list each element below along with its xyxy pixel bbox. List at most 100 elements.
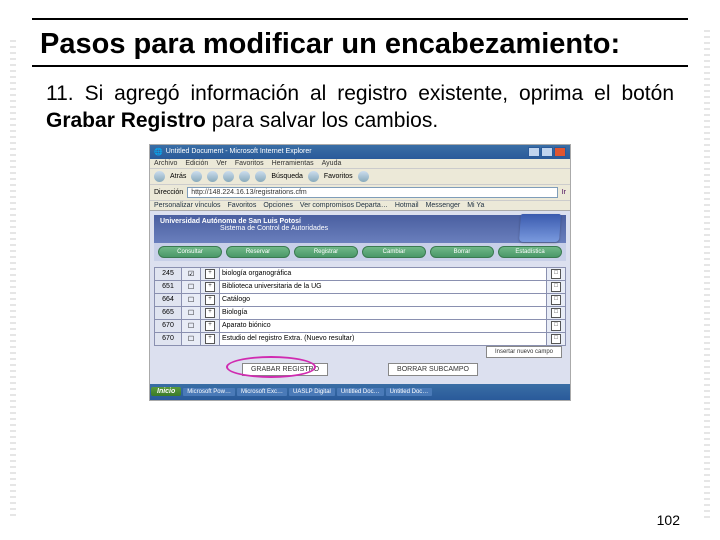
address-input[interactable]: http://148.224.16.13/registrations.cfm: [187, 187, 558, 198]
menu-item[interactable]: Favoritos: [235, 160, 264, 167]
link-item[interactable]: Hotmail: [395, 202, 419, 209]
back-icon[interactable]: [154, 171, 165, 182]
field-checkbox[interactable]: ☐: [182, 293, 201, 306]
nav-button[interactable]: Cambiar: [362, 246, 426, 258]
ie-icon: 🌐: [154, 148, 163, 156]
table-row: 651☐+Biblioteca universitaria de la UG□: [155, 280, 566, 293]
taskbar-item[interactable]: Microsoft Pow…: [183, 388, 235, 396]
link-item[interactable]: Opciones: [263, 202, 293, 209]
menu-item[interactable]: Herramientas: [272, 160, 314, 167]
field-code: 245: [155, 267, 182, 280]
taskbar-item[interactable]: Untitled Doc…: [386, 388, 433, 396]
field-end[interactable]: □: [547, 319, 566, 332]
nav-button[interactable]: Consultar: [158, 246, 222, 258]
field-code: 670: [155, 319, 182, 332]
nav-button[interactable]: Reservar: [226, 246, 290, 258]
forward-icon[interactable]: [191, 171, 202, 182]
table-row: 665☐+Biología□: [155, 306, 566, 319]
body-suffix: para salvar los cambios.: [206, 109, 438, 132]
field-add[interactable]: +: [201, 332, 220, 345]
taskbar-item[interactable]: Microsoft Exc…: [237, 388, 287, 396]
nav-button[interactable]: Estadística: [498, 246, 562, 258]
university-name: Universidad Autónoma de San Luis Potosí: [160, 218, 560, 225]
delete-subfield-button[interactable]: BORRAR SUBCAMPO: [388, 363, 478, 376]
body-bold: Grabar Registro: [46, 109, 206, 132]
body-prefix: 11. Si agregó información al registro ex…: [46, 82, 674, 105]
nav-button[interactable]: Registrar: [294, 246, 358, 258]
field-value[interactable]: Aparato biónico: [220, 319, 547, 332]
search-label[interactable]: Búsqueda: [271, 173, 303, 180]
field-add[interactable]: +: [201, 306, 220, 319]
link-item[interactable]: Favoritos: [228, 202, 257, 209]
field-end[interactable]: □: [547, 332, 566, 345]
favorites-label[interactable]: Favoritos: [324, 173, 353, 180]
slide-title: Pasos para modificar un encabezamiento:: [32, 28, 688, 61]
field-code: 664: [155, 293, 182, 306]
link-item[interactable]: Mi Ya: [467, 202, 484, 209]
back-label[interactable]: Atrás: [170, 173, 186, 180]
field-value[interactable]: Estudio del registro Extra. (Nuevo resul…: [220, 332, 547, 345]
page-content: Universidad Autónoma de San Luis Potosí …: [150, 211, 570, 384]
windows-taskbar: Inicio Microsoft Pow… Microsoft Exc… UAS…: [150, 384, 570, 400]
home-icon[interactable]: [239, 171, 250, 182]
field-checkbox[interactable]: ☐: [182, 332, 201, 345]
address-bar: Dirección http://148.224.16.13/registrat…: [150, 185, 570, 201]
field-add[interactable]: +: [201, 319, 220, 332]
link-item[interactable]: Ver compromisos Departa…: [300, 202, 388, 209]
maximize-button[interactable]: [541, 147, 553, 157]
slide-content: Pasos para modificar un encabezamiento: …: [32, 18, 688, 512]
field-value[interactable]: Biología: [220, 306, 547, 319]
field-code: 670: [155, 332, 182, 345]
address-label: Dirección: [154, 189, 183, 196]
history-icon[interactable]: [358, 171, 369, 182]
field-add[interactable]: +: [201, 267, 220, 280]
menu-item[interactable]: Archivo: [154, 160, 177, 167]
save-record-button[interactable]: GRABAR REGISTRO: [242, 363, 328, 376]
slide-body: 11. Si agregó información al registro ex…: [46, 81, 674, 134]
table-row: 664☐+Catálogo□: [155, 293, 566, 306]
field-value[interactable]: Biblioteca universitaria de la UG: [220, 280, 547, 293]
field-checkbox[interactable]: ☑: [182, 267, 201, 280]
table-row: 670☐+Estudio del registro Extra. (Nuevo …: [155, 332, 566, 345]
search-icon[interactable]: [255, 171, 266, 182]
field-value[interactable]: Catálogo: [220, 293, 547, 306]
app-header: Universidad Autónoma de San Luis Potosí …: [154, 215, 566, 243]
start-button[interactable]: Inicio: [151, 387, 181, 396]
menu-item[interactable]: Edición: [185, 160, 208, 167]
link-item[interactable]: Personalizar vínculos: [154, 202, 221, 209]
field-end[interactable]: □: [547, 280, 566, 293]
field-add[interactable]: +: [201, 293, 220, 306]
book-icon: [519, 214, 561, 242]
field-code: 651: [155, 280, 182, 293]
nav-button[interactable]: Borrar: [430, 246, 494, 258]
field-end[interactable]: □: [547, 267, 566, 280]
go-button[interactable]: Ir: [562, 189, 566, 196]
links-bar: Personalizar vínculos Favoritos Opciones…: [150, 201, 570, 211]
system-name: Sistema de Control de Autoridades: [220, 225, 560, 232]
link-item[interactable]: Messenger: [426, 202, 461, 209]
taskbar-item[interactable]: Untitled Doc…: [337, 388, 384, 396]
menu-item[interactable]: Ayuda: [322, 160, 342, 167]
window-title: Untitled Document - Microsoft Internet E…: [166, 148, 525, 155]
field-code: 665: [155, 306, 182, 319]
field-add[interactable]: +: [201, 280, 220, 293]
minimize-button[interactable]: [528, 147, 540, 157]
window-titlebar: 🌐 Untitled Document - Microsoft Internet…: [150, 145, 570, 159]
embedded-screenshot: 🌐 Untitled Document - Microsoft Internet…: [149, 144, 571, 401]
close-button[interactable]: [554, 147, 566, 157]
table-row: 245☑+biología organográfica□: [155, 267, 566, 280]
toolbar: Atrás Búsqueda Favoritos: [150, 169, 570, 185]
field-end[interactable]: □: [547, 306, 566, 319]
field-value[interactable]: biología organográfica: [220, 267, 547, 280]
menu-item[interactable]: Ver: [216, 160, 227, 167]
favorites-icon[interactable]: [308, 171, 319, 182]
field-checkbox[interactable]: ☐: [182, 280, 201, 293]
app-nav: Consultar Reservar Registrar Cambiar Bor…: [154, 243, 566, 261]
menu-bar: Archivo Edición Ver Favoritos Herramient…: [150, 159, 570, 169]
field-checkbox[interactable]: ☐: [182, 319, 201, 332]
stop-icon[interactable]: [207, 171, 218, 182]
field-checkbox[interactable]: ☐: [182, 306, 201, 319]
field-end[interactable]: □: [547, 293, 566, 306]
refresh-icon[interactable]: [223, 171, 234, 182]
taskbar-item[interactable]: UASLP Digital: [289, 388, 335, 396]
